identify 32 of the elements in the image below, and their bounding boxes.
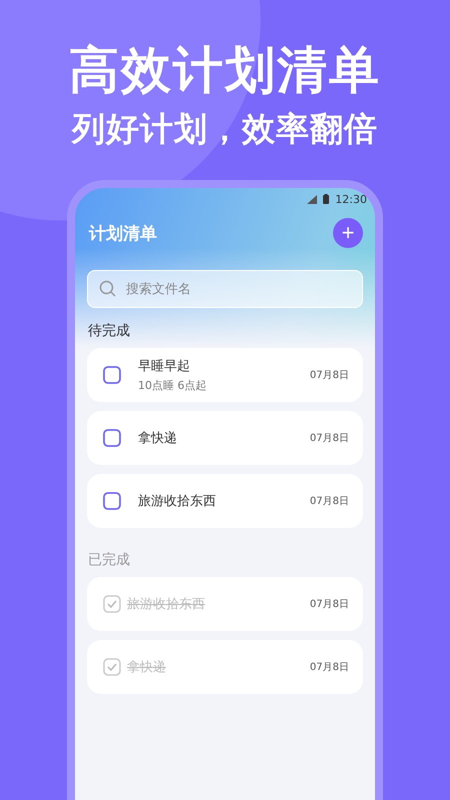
- task-date: 07月8日: [310, 369, 349, 382]
- subheadline: 列好计划，效率翻倍: [72, 108, 378, 150]
- signal-icon: [307, 194, 318, 204]
- task-card[interactable]: 早睡早起 10点睡 6点起 07月8日: [87, 348, 363, 402]
- task-title: 拿快递: [127, 659, 167, 676]
- search-icon: [99, 280, 116, 297]
- checkbox[interactable]: [103, 658, 121, 676]
- task-date: 07月8日: [310, 598, 349, 611]
- task-title: 早睡早起: [138, 358, 191, 375]
- checkbox[interactable]: [103, 429, 121, 447]
- task-title: 拿快递: [138, 430, 178, 447]
- add-button[interactable]: +: [333, 218, 363, 248]
- section-title: 已完成: [88, 551, 131, 569]
- task-date: 07月8日: [310, 432, 349, 445]
- headline: 高效计划清单: [69, 40, 381, 101]
- task-note: 10点睡 6点起: [138, 378, 208, 393]
- task-card[interactable]: 拿快递 07月8日: [87, 640, 363, 694]
- task-title: 旅游收拾东西: [127, 596, 206, 613]
- search-field[interactable]: 搜索文件名: [87, 270, 363, 308]
- checkbox[interactable]: [103, 595, 121, 613]
- task-date: 07月8日: [310, 495, 349, 508]
- section-title: 待完成: [88, 322, 131, 340]
- task-title: 旅游收拾东西: [138, 493, 217, 510]
- task-card[interactable]: 拿快递 07月8日: [87, 411, 363, 465]
- task-card[interactable]: 旅游收拾东西 07月8日: [87, 577, 363, 631]
- battery-icon: [323, 194, 330, 204]
- screen-title: 计划清单: [89, 222, 157, 244]
- checkbox[interactable]: [103, 492, 121, 510]
- task-card[interactable]: 旅游收拾东西 07月8日: [87, 474, 363, 528]
- checkbox[interactable]: [103, 366, 121, 384]
- task-date: 07月8日: [310, 661, 349, 674]
- status-time: 12:30: [335, 192, 367, 206]
